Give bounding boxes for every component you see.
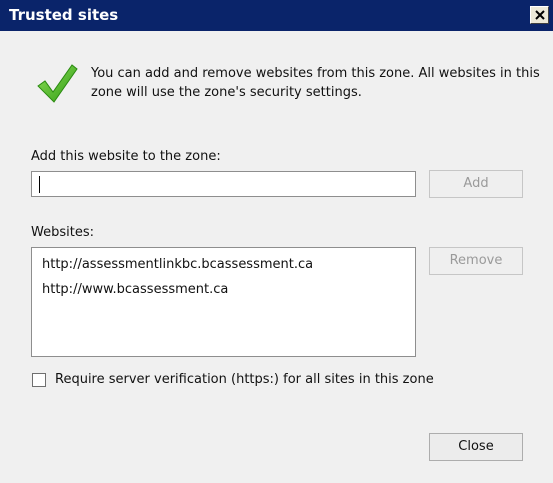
close-icon: [535, 10, 545, 20]
add-button[interactable]: Add: [429, 170, 523, 198]
website-input[interactable]: [31, 171, 416, 197]
require-https-label[interactable]: Require server verification (https:) for…: [55, 371, 434, 389]
info-text: You can add and remove websites from thi…: [91, 66, 540, 100]
list-item[interactable]: http://assessmentlinkbc.bcassessment.ca: [42, 252, 415, 277]
close-button[interactable]: Close: [429, 433, 523, 461]
title-bar[interactable]: Trusted sites: [0, 0, 553, 31]
list-item[interactable]: http://www.bcassessment.ca: [42, 277, 415, 302]
require-https-checkbox[interactable]: [32, 373, 46, 387]
trusted-sites-dialog: Trusted sites You can add and remove web…: [0, 0, 553, 483]
websites-label: Websites:: [31, 225, 94, 240]
text-caret: [39, 176, 40, 193]
title-close-button[interactable]: [530, 6, 549, 24]
dialog-title: Trusted sites: [9, 6, 119, 24]
check-mark-icon: [37, 64, 78, 103]
websites-list[interactable]: http://assessmentlinkbc.bcassessment.ca …: [31, 247, 416, 357]
remove-button[interactable]: Remove: [429, 247, 523, 275]
add-website-label: Add this website to the zone:: [31, 149, 221, 164]
